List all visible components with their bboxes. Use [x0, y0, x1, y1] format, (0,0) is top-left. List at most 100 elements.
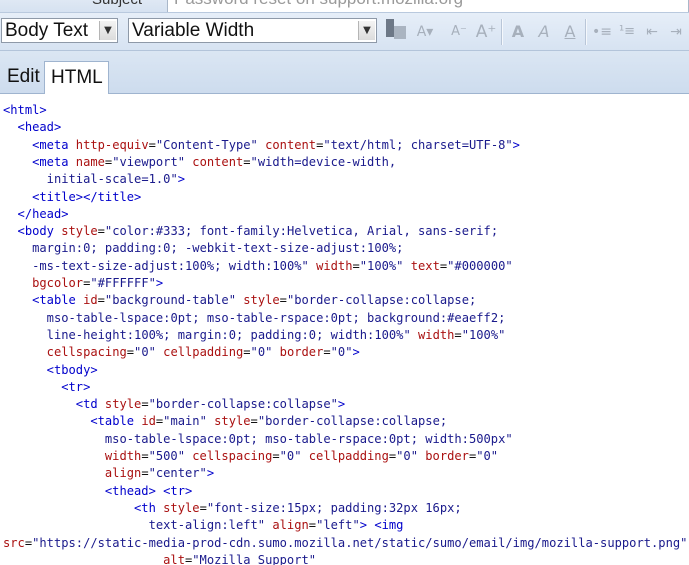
code-line: <th style="font-size:15px; padding:32px … [134, 500, 462, 517]
code-token: "0" [476, 449, 499, 463]
code-token: = [141, 397, 149, 412]
code-token: <table [90, 414, 142, 429]
subject-input[interactable]: Password reset on support.mozilla.org [167, 0, 689, 12]
code-line: <meta name="viewport" content="width=dev… [32, 154, 396, 171]
code-token: "100%" [461, 327, 506, 342]
code-token: "left" [316, 518, 360, 533]
outdent-icon[interactable]: ⇤ [642, 21, 662, 43]
code-line: <thead> <tr> [105, 483, 192, 500]
code-token: <head> [17, 120, 62, 135]
code-line: <meta http-equiv="Content-Type" content=… [32, 137, 520, 154]
code-token: "Mozilla Support" [192, 552, 317, 565]
code-token: > [206, 466, 215, 481]
code-token: > [359, 518, 368, 533]
bold-icon[interactable]: A [508, 21, 528, 43]
code-token: <title></title> [32, 189, 142, 204]
code-token: <tr> [163, 483, 193, 498]
code-token: "0" [330, 345, 353, 360]
code-line: </head> [18, 206, 69, 223]
code-token: align [104, 466, 142, 481]
html-source-editor[interactable]: <html> <head> <meta http-equiv="Content-Ty… [0, 94, 689, 565]
code-token: "#000000" [447, 258, 513, 273]
code-token: -ms-text-size-adjust:100%; width:100%" [32, 258, 309, 273]
code-line: mso-table-lspace:0pt; mso-table-rspace:0… [47, 310, 506, 327]
code-token: = [148, 137, 156, 152]
underline-icon[interactable]: A [560, 21, 580, 43]
code-token: "border-collapse:collapse; [286, 293, 477, 308]
code-token: content [192, 154, 244, 169]
code-token: width [104, 449, 142, 463]
tab-html[interactable]: HTML [44, 61, 109, 94]
code-token: id [141, 414, 156, 429]
code-line: margin:0; padding:0; -webkit-text-size-a… [32, 240, 403, 257]
code-token: "width=device-width, [250, 154, 397, 169]
code-token: <tr> [61, 379, 91, 394]
code-token: width [418, 327, 455, 342]
code-token: http-equiv [75, 137, 149, 152]
code-line: mso-table-lspace:0pt; mso-table-rspace:0… [105, 431, 513, 448]
code-token: = [97, 293, 105, 308]
font-family-value: Variable Width [132, 20, 255, 41]
code-token: width [316, 258, 353, 273]
code-token: "color:#333; font-family:Helvetica, Aria… [104, 224, 499, 239]
tab-edit[interactable]: Edit [1, 61, 43, 92]
code-token: = [454, 327, 462, 342]
code-line: bgcolor="#FFFFFF"> [32, 275, 163, 292]
code-line: <head> [18, 119, 62, 136]
code-token: "center" [148, 466, 207, 481]
indent-icon[interactable]: ⇥ [666, 21, 686, 43]
code-token: <tbody> [46, 362, 98, 377]
font-size-decrease-icon[interactable]: A▾ [412, 21, 438, 43]
subject-row: Subject Password reset on support.mozill… [0, 0, 689, 13]
code-token: border [425, 449, 469, 463]
italic-icon[interactable]: A [534, 21, 554, 43]
code-line: width="500" cellspacing="0" cellpadding=… [105, 448, 498, 465]
chevron-down-icon: ▼ [99, 21, 116, 40]
code-token: content [265, 137, 317, 152]
code-line: <table id="background-table" style="bord… [32, 292, 476, 309]
code-line: initial-scale=1.0"> [47, 171, 185, 188]
font-size-smaller-icon[interactable]: A⁻ [447, 21, 471, 43]
code-token: "Content-Type" [155, 137, 258, 152]
paragraph-style-value: Body Text [5, 20, 89, 41]
code-token: "main" [163, 414, 207, 429]
code-token: style [61, 224, 98, 239]
code-token: bgcolor [32, 276, 84, 290]
code-line: <body style="color:#333; font-family:Hel… [18, 223, 499, 240]
code-token: "font-size:15px; padding:32px 16px; [206, 500, 462, 515]
numbered-list-icon[interactable]: ¹≡ [617, 21, 637, 43]
code-token: "100%" [359, 258, 404, 273]
paragraph-style-select[interactable]: Body Text ▼ [1, 18, 118, 43]
code-token: "0" [396, 449, 418, 463]
code-line: <td style="border-collapse:collapse"> [76, 396, 345, 413]
code-line: <tbody> [47, 362, 98, 379]
code-token: > [337, 397, 346, 412]
code-token: <table [32, 293, 84, 308]
font-family-select[interactable]: Variable Width ▼ [128, 18, 377, 43]
code-line: cellspacing="0" cellpadding="0" border="… [47, 344, 360, 361]
code-token: <img [374, 518, 404, 533]
bulleted-list-icon[interactable]: •≡ [592, 21, 612, 43]
code-token: "#FFFFFF" [90, 276, 156, 290]
code-token: <th [134, 500, 164, 515]
code-token: </head> [17, 206, 69, 221]
code-token: = [199, 500, 207, 515]
editor-tab-bar: Edit HTML [0, 51, 689, 94]
code-token: = [272, 449, 280, 463]
code-token: <thead> [104, 483, 156, 498]
code-token: = [141, 466, 149, 481]
font-size-larger-icon[interactable]: A⁺ [474, 21, 498, 43]
code-token: = [243, 154, 251, 169]
code-token: cellpadding [163, 345, 244, 360]
code-token: id [83, 293, 98, 308]
code-token: margin:0; padding:0; -webkit-text-size-a… [32, 241, 404, 256]
code-token: "text/html; charset=UTF-8" [323, 137, 513, 152]
code-token: > [155, 276, 164, 290]
code-token: alt [163, 552, 185, 565]
code-token: line-height:100%; margin:0; padding:0; w… [46, 327, 411, 342]
